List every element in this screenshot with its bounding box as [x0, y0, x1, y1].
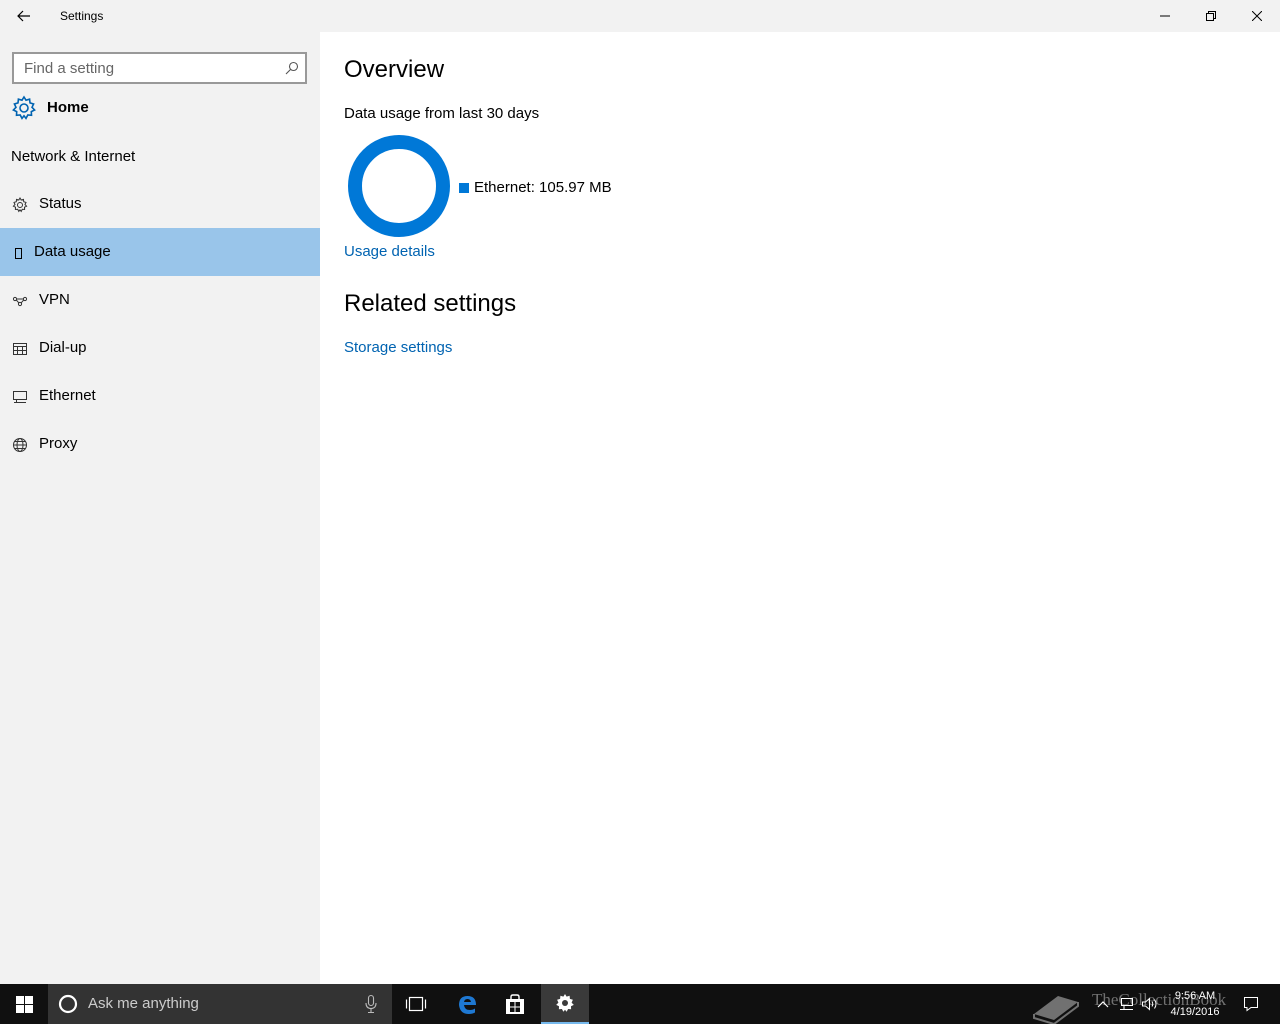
sidebar-item-ethernet[interactable]: Ethernet — [0, 372, 320, 420]
chevron-up-icon — [1097, 1001, 1109, 1008]
close-icon — [1252, 11, 1262, 21]
cortana-placeholder: Ask me anything — [88, 995, 199, 1012]
sidebar-item-label: Data usage — [34, 243, 111, 260]
donut-segment-ethernet — [348, 135, 450, 237]
chart-legend: Ethernet: 105.97 MB — [459, 179, 612, 196]
related-settings-heading: Related settings — [344, 290, 517, 317]
sidebar-item-dial-up[interactable]: Dial-up — [0, 324, 320, 372]
action-center-button[interactable] — [1238, 984, 1264, 1024]
usage-subtitle: Data usage from last 30 days — [344, 105, 540, 122]
task-view-icon — [405, 996, 427, 1012]
settings-gear-icon — [556, 994, 574, 1012]
data-usage-donut-chart — [348, 135, 450, 237]
dial-up-icon — [13, 343, 27, 355]
minimize-icon — [1160, 15, 1170, 17]
windows-logo-icon — [15, 995, 33, 1013]
sidebar-item-label: Proxy — [39, 435, 78, 452]
sidebar-item-vpn[interactable]: VPN — [0, 276, 320, 324]
sidebar-item-label: VPN — [39, 291, 70, 308]
restore-button[interactable] — [1188, 0, 1234, 32]
usage-details-link[interactable]: Usage details — [344, 243, 435, 260]
network-icon — [1120, 998, 1133, 1010]
show-hidden-icons-button[interactable] — [1093, 984, 1113, 1024]
main-content: Overview Data usage from last 30 days Et… — [320, 32, 1280, 984]
home-nav-item[interactable]: Home — [0, 88, 320, 128]
storage-settings-link[interactable]: Storage settings — [344, 339, 452, 356]
taskbar-clock[interactable]: 9:56 AM 4/19/2016 — [1160, 988, 1230, 1020]
title-bar: Settings — [0, 0, 1280, 32]
search-box[interactable] — [12, 52, 307, 84]
edge-taskbar-button[interactable] — [443, 984, 491, 1024]
search-icon[interactable] — [285, 61, 299, 75]
microphone-icon[interactable] — [364, 994, 378, 1014]
legend-label: Ethernet: 105.97 MB — [474, 179, 612, 196]
store-bag-icon — [506, 994, 524, 1014]
back-button[interactable] — [0, 0, 48, 32]
section-title: Network & Internet — [11, 148, 136, 165]
sidebar-item-label: Status — [39, 195, 82, 212]
sidebar-item-label: Dial-up — [39, 339, 87, 356]
vpn-icon — [12, 296, 28, 307]
speaker-icon — [1142, 997, 1157, 1011]
legend-swatch — [459, 182, 469, 193]
sidebar: Home Network & Internet Status Data usag… — [0, 32, 320, 984]
sidebar-item-status[interactable]: Status — [0, 180, 320, 228]
restore-icon — [1206, 11, 1216, 21]
back-arrow-icon — [17, 10, 30, 22]
settings-taskbar-button[interactable] — [541, 984, 589, 1024]
start-button[interactable] — [0, 984, 48, 1024]
book-icon — [1033, 996, 1079, 1024]
clock-date: 4/19/2016 — [1170, 1006, 1220, 1018]
overview-heading: Overview — [344, 56, 445, 83]
home-label: Home — [47, 99, 89, 116]
minimize-button[interactable] — [1142, 0, 1188, 32]
volume-tray-button[interactable] — [1139, 984, 1161, 1024]
clock-time: 9:56 AM — [1174, 990, 1216, 1002]
cortana-search-box[interactable]: Ask me anything — [48, 984, 392, 1024]
data-usage-icon — [15, 248, 22, 259]
close-button[interactable] — [1234, 0, 1280, 32]
sidebar-item-proxy[interactable]: Proxy — [0, 420, 320, 468]
gear-icon — [12, 95, 36, 120]
globe-icon — [13, 438, 27, 452]
ethernet-icon — [13, 391, 27, 403]
sidebar-item-label: Ethernet — [39, 387, 96, 404]
store-taskbar-button[interactable] — [491, 984, 539, 1024]
window-title: Settings — [60, 9, 104, 23]
sidebar-item-data-usage[interactable]: Data usage — [0, 228, 320, 276]
notifications-icon — [1244, 997, 1258, 1012]
cortana-icon — [58, 994, 78, 1014]
status-gear-icon — [12, 197, 28, 213]
network-tray-button[interactable] — [1116, 984, 1136, 1024]
task-view-button[interactable] — [392, 984, 440, 1024]
edge-browser-icon — [459, 996, 476, 1014]
taskbar: Ask me anything TheCollectionBook 9:56 A… — [0, 984, 1280, 1024]
search-input[interactable] — [14, 54, 276, 82]
